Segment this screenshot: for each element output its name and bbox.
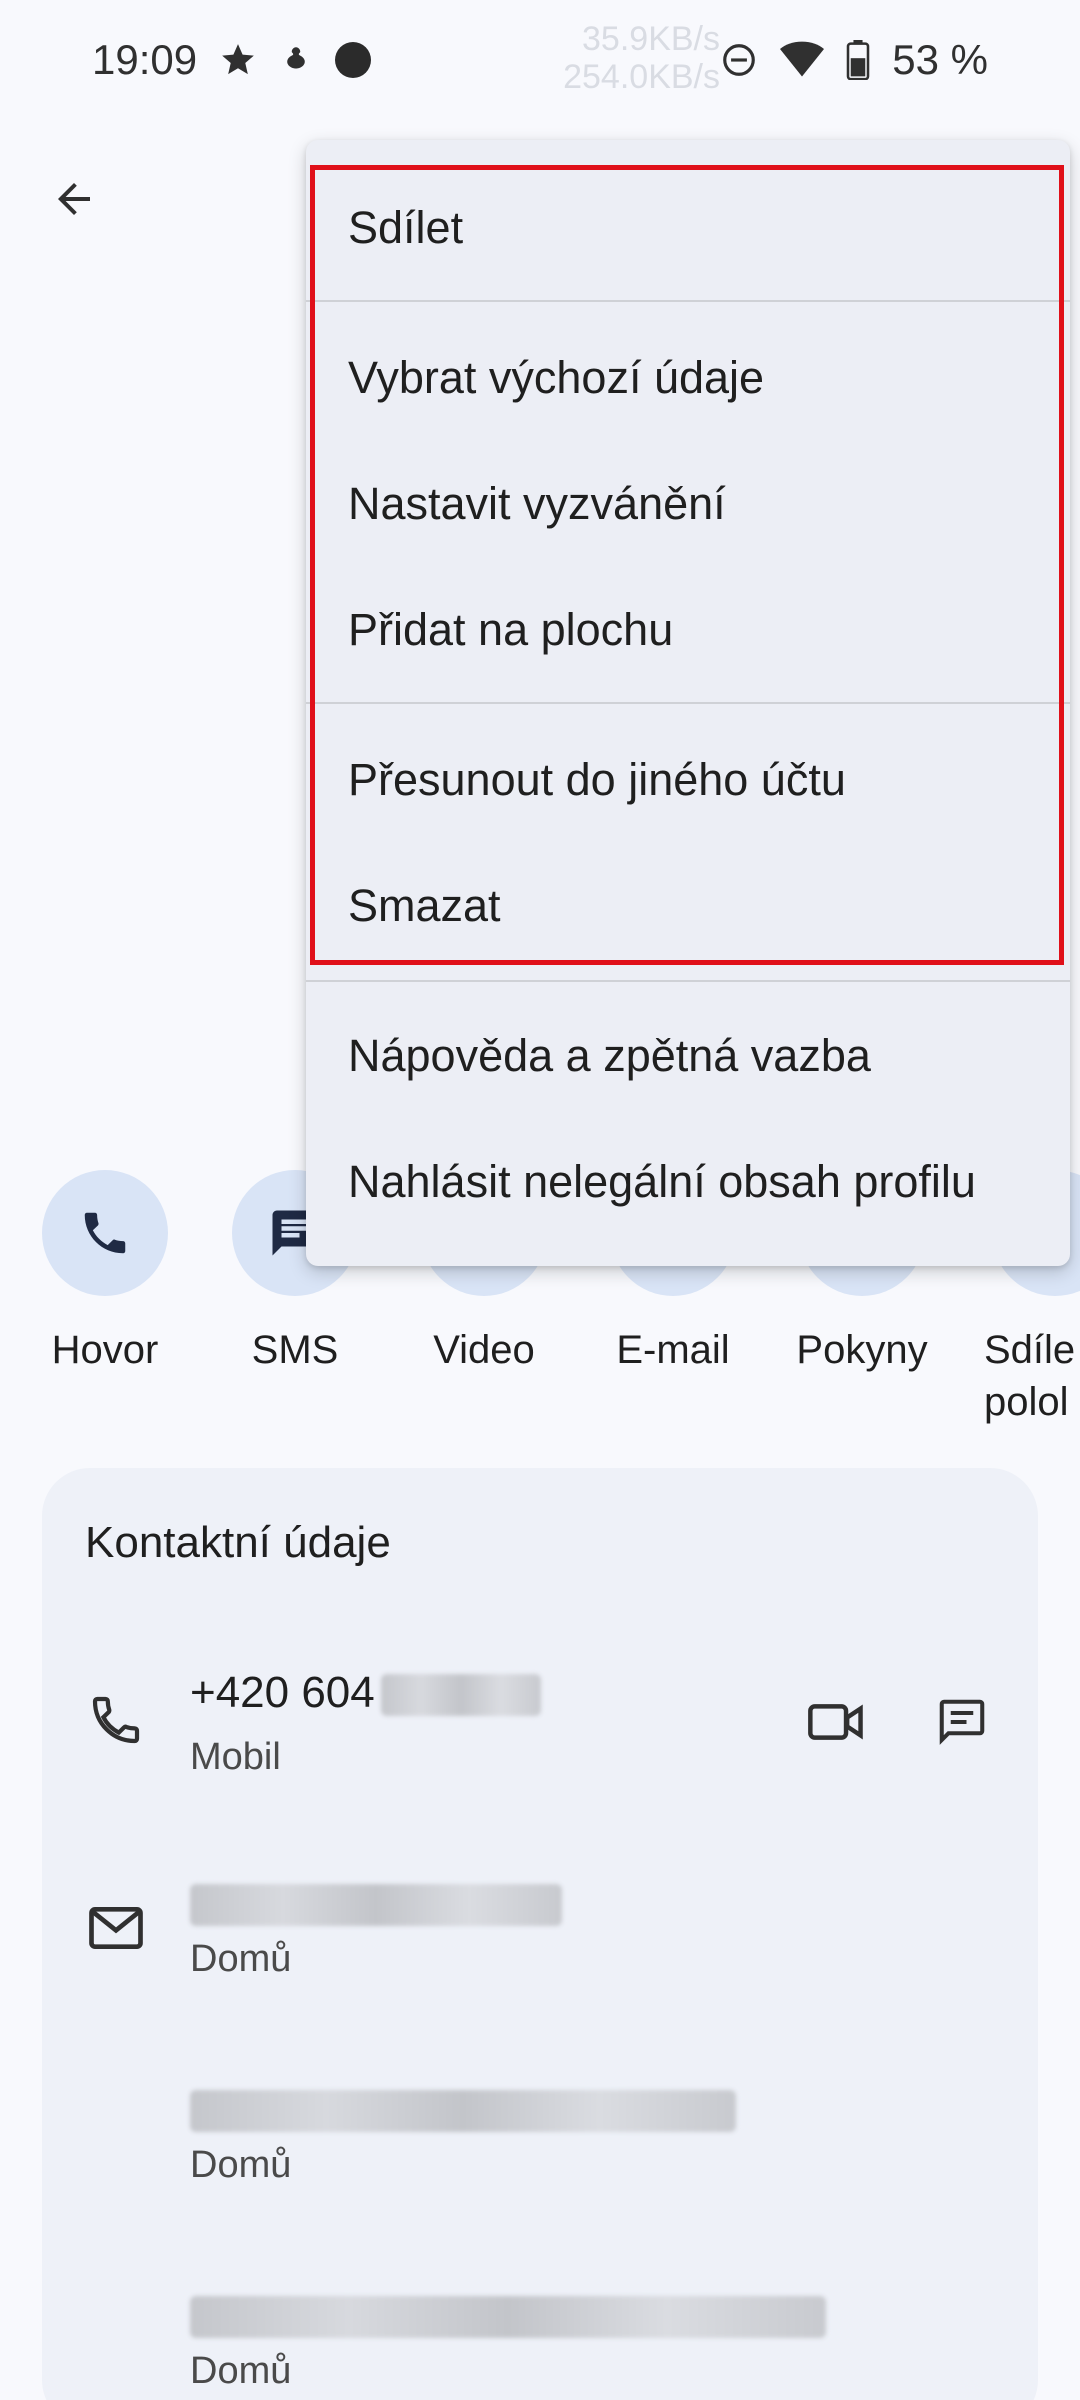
action-label: E-mail <box>616 1328 730 1372</box>
video-call-button[interactable] <box>804 1690 868 1754</box>
status-time: 19:09 <box>92 36 198 83</box>
phone-icon <box>84 1688 148 1752</box>
email-icon <box>84 1896 148 1960</box>
action-label: Sdíle polol <box>984 1328 1076 1424</box>
phone-icon <box>84 1212 126 1254</box>
wifi-icon <box>780 41 825 77</box>
menu-divider <box>306 980 1070 982</box>
sms-button-row[interactable] <box>930 1690 994 1754</box>
email-type: Domů <box>190 1938 292 1980</box>
email-type: Domů <box>190 2350 292 2392</box>
message-icon <box>939 1699 985 1745</box>
card-title: Kontaktní údaje <box>85 1518 391 1567</box>
dot-icon <box>335 42 372 78</box>
phone-type: Mobil <box>190 1736 281 1778</box>
video-icon <box>808 1704 863 1740</box>
action-label: Video <box>433 1328 535 1372</box>
email-type: Domů <box>190 2144 292 2186</box>
network-speed: 35.9KB/s 254.0KB/s <box>563 20 720 96</box>
phone-number: +420 604 <box>190 1668 541 1718</box>
call-button[interactable] <box>42 1170 168 1296</box>
action-label: Hovor <box>51 1328 159 1372</box>
back-arrow-icon <box>58 183 90 215</box>
email-address <box>190 1878 562 1928</box>
action-label: SMS <box>251 1328 339 1372</box>
email-address <box>190 2084 736 2134</box>
back-button[interactable] <box>40 165 108 233</box>
status-bar: 19:09 35.9KB/s 254.0KB/s 53 % <box>0 0 1080 120</box>
contact-info-card: Kontaktní údaje +420 604 Mobil Domů Domů… <box>42 1468 1038 2400</box>
bug-icon <box>287 47 305 69</box>
action-label: Pokyny <box>796 1328 928 1372</box>
menu-item-report-content[interactable]: Nahlásit nelegální obsah profilu <box>348 1156 976 1208</box>
star-icon <box>222 44 254 75</box>
dnd-icon <box>723 44 756 76</box>
action-call[interactable]: Hovor <box>20 1170 190 1376</box>
highlight-annotation <box>310 165 1064 965</box>
email-address <box>190 2290 826 2340</box>
battery-icon <box>846 40 870 80</box>
menu-item-help-feedback[interactable]: Nápověda a zpětná vazba <box>348 1030 871 1082</box>
battery-level: 53 % <box>892 36 988 83</box>
